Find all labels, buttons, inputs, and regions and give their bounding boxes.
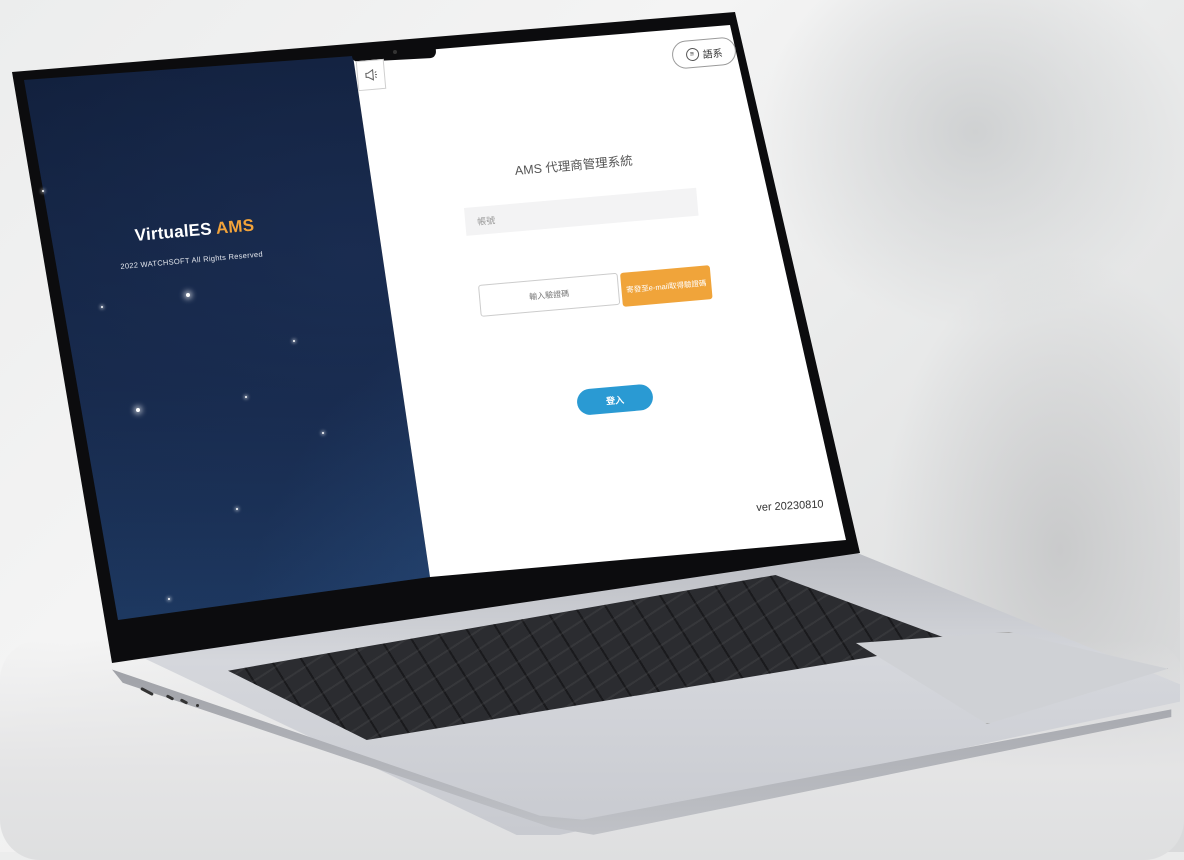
star-decoration [245,396,247,398]
laptop-ports [140,685,210,707]
star-decoration [322,432,324,434]
megaphone-icon [365,68,378,81]
star-decoration [42,190,44,192]
camera-dot [393,50,397,54]
language-icon: ≡ [685,47,700,62]
star-decoration [101,306,103,308]
star-decoration [136,408,140,412]
star-decoration [236,508,238,510]
language-label: 語系 [702,47,724,61]
brand-accent: AMS [215,215,255,238]
star-decoration [186,293,190,297]
announcement-button[interactable] [355,58,387,92]
star-decoration [168,598,170,600]
star-decoration [293,340,295,342]
